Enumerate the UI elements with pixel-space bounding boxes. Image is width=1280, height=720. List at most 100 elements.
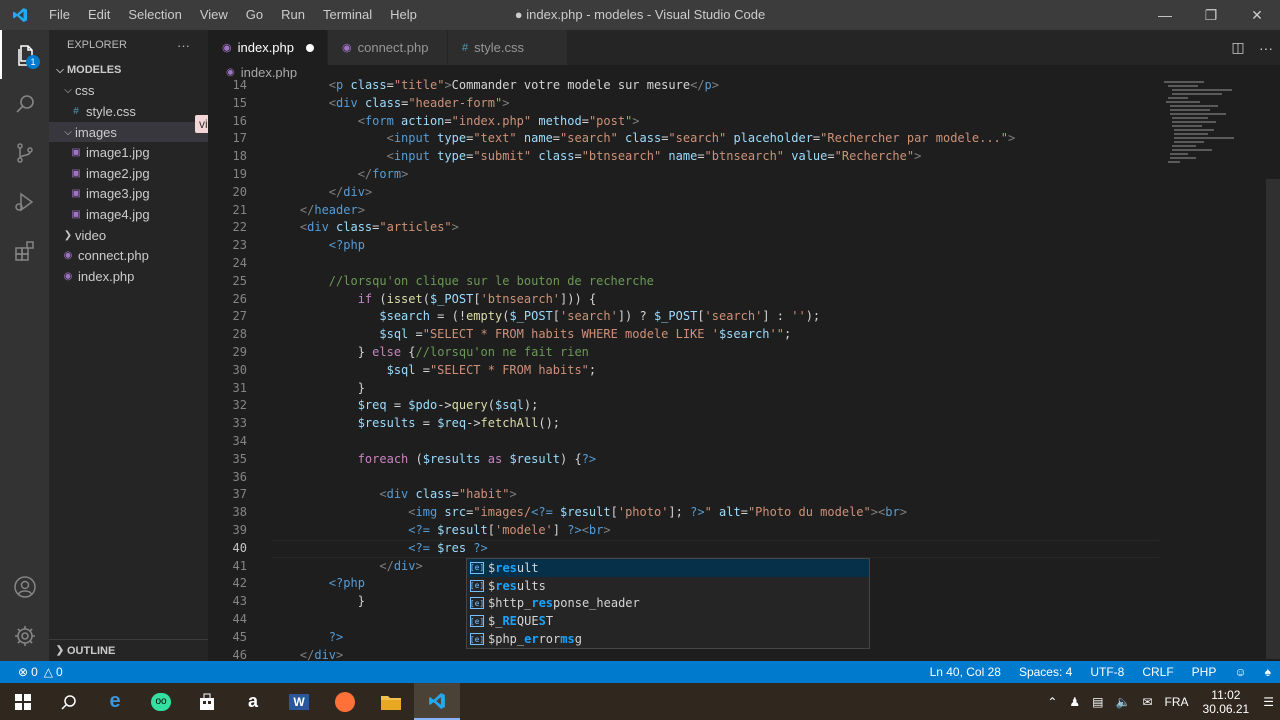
menu-go[interactable]: Go <box>237 0 272 30</box>
clock[interactable]: 11:02 30.06.21 <box>1195 688 1258 716</box>
code-line[interactable]: <p class="title">Commander votre modele … <box>271 79 719 95</box>
code-line[interactable]: <img src = "images/<?= $result['photo']; ?… <box>271 504 907 522</box>
tree-item-css[interactable]: ⌵ css <box>49 81 208 102</box>
tripadvisor-icon[interactable]: oo <box>138 683 184 720</box>
code-line[interactable]: $sql ="SELECT * FROM habits WHERE modele… <box>271 326 791 344</box>
more-actions-icon[interactable]: ··· <box>1252 40 1280 56</box>
more-actions-icon[interactable]: ··· <box>177 38 190 53</box>
language-mode[interactable]: PHP <box>1183 665 1226 679</box>
unsaved-dot-icon[interactable] <box>306 43 314 52</box>
code-line[interactable]: <input type="submit" class="btnsearch" n… <box>271 148 922 166</box>
code-line[interactable]: if (isset($_POST['btnsearch'])) { <box>271 291 596 309</box>
language-indicator[interactable]: FRA <box>1159 695 1195 709</box>
code-line[interactable]: <div class="articles"> <box>271 219 459 237</box>
tree-item-image4-jpg[interactable]: ▣ image4.jpg <box>49 204 208 225</box>
code-line[interactable]: </div> <box>271 558 422 576</box>
suggestion-item[interactable]: [e] $http_ res ponse_header <box>467 595 869 613</box>
menu-edit[interactable]: Edit <box>79 0 119 30</box>
code-line[interactable]: } <box>271 380 365 398</box>
search-icon[interactable] <box>46 683 92 720</box>
windows-start-icon[interactable] <box>0 683 46 720</box>
code-line[interactable]: $results = $req->fetchAll(); <box>271 415 560 433</box>
tree-item-video[interactable]: ❯ video <box>49 225 208 246</box>
split-editor-icon[interactable]: ◫ <box>1224 39 1252 56</box>
source-control-icon[interactable] <box>0 128 49 177</box>
code-line[interactable]: $req = $pdo->query($sql); <box>271 397 539 415</box>
close-icon[interactable]: ✕ <box>1234 0 1280 30</box>
explorer-icon[interactable]: 1 <box>0 30 49 79</box>
account-icon[interactable] <box>0 562 49 611</box>
firefox-icon[interactable] <box>322 683 368 720</box>
code-line[interactable]: <?php <box>271 237 365 255</box>
vscode-taskbar-icon[interactable] <box>414 683 460 720</box>
people-icon[interactable]: ♟ <box>1063 695 1086 709</box>
action-center-icon[interactable]: ☰ <box>1257 695 1280 709</box>
amazon-icon[interactable]: a <box>230 683 276 720</box>
network-icon[interactable]: ▤ <box>1086 695 1109 709</box>
code-line[interactable]: <?php <box>271 575 365 593</box>
menu-selection[interactable]: Selection <box>119 0 190 30</box>
tree-item-images[interactable]: ⌵ images <box>49 121 208 143</box>
feedback-icon[interactable]: ☺ <box>1225 665 1255 679</box>
suggestion-item[interactable]: [e] $_ RE QUE S T <box>467 612 869 630</box>
notifications-bell-icon[interactable]: ♠ <box>1256 665 1280 679</box>
chevron-up-icon[interactable]: ⌃ <box>1041 695 1063 709</box>
word-icon[interactable]: W <box>276 683 322 720</box>
menu-view[interactable]: View <box>191 0 237 30</box>
file-explorer-icon[interactable] <box>368 683 414 720</box>
maximize-icon[interactable]: ❐ <box>1188 0 1234 30</box>
tree-item-image3-jpg[interactable]: ▣ image3.jpg <box>49 184 208 205</box>
tree-item-image2-jpg[interactable]: ▣ image2.jpg <box>49 163 208 184</box>
breadcrumb-file[interactable]: index.php <box>241 65 297 80</box>
extensions-icon[interactable] <box>0 226 49 275</box>
workspace-folder[interactable]: ⌵ MODELES <box>49 60 208 81</box>
tree-item-style-css[interactable]: # style.css <box>49 101 208 122</box>
store-icon[interactable] <box>184 683 230 720</box>
code-line[interactable]: //lorsqu'on clique sur le bouton de rech… <box>271 273 654 291</box>
tree-item-index-php[interactable]: ◉ index.php <box>49 266 208 287</box>
volume-icon[interactable]: 🔈 <box>1110 695 1137 709</box>
problems-indicator[interactable]: ⊗ 0 △ 0 <box>18 665 63 679</box>
suggestion-item[interactable]: [e] $ res ults <box>467 577 869 595</box>
search-icon[interactable] <box>0 79 49 128</box>
tab-style-css[interactable]: # style.css <box>448 30 568 65</box>
indentation[interactable]: Spaces: 4 <box>1010 665 1081 679</box>
code-line[interactable]: $sql ="SELECT * FROM habits"; <box>271 362 597 380</box>
code-line[interactable]: <div class="header-form"> <box>271 95 510 113</box>
outline-section[interactable]: ❯ OUTLINE <box>49 639 208 661</box>
suggestion-item[interactable]: [e] $php_ er ror ms g <box>467 630 869 648</box>
code-line[interactable]: </form> <box>271 166 409 184</box>
run-debug-icon[interactable] <box>0 177 49 226</box>
code-line[interactable]: </div> <box>271 647 343 661</box>
suggestion-item[interactable]: [e] $ res ult <box>467 559 869 577</box>
tab-index-php[interactable]: ◉ index.php <box>208 30 328 65</box>
tree-item-connect-php[interactable]: ◉ connect.php <box>49 245 208 266</box>
minimize-icon[interactable]: — <box>1142 0 1188 30</box>
vertical-scrollbar[interactable] <box>1266 179 1280 659</box>
code-line[interactable]: } <box>271 593 365 611</box>
line-ending[interactable]: CRLF <box>1133 665 1182 679</box>
encoding[interactable]: UTF-8 <box>1081 665 1133 679</box>
code-line[interactable]: <?= $res ?> <box>271 540 488 558</box>
cursor-position[interactable]: Ln 40, Col 28 <box>921 665 1010 679</box>
code-line[interactable]: <?= $result['modele'] ?><br> <box>271 522 610 540</box>
code-line[interactable]: </div> <box>271 184 372 202</box>
code-line[interactable]: foreach ($results as $result) {?> <box>271 451 596 469</box>
settings-gear-icon[interactable] <box>0 611 49 660</box>
code-line[interactable]: ?> <box>271 629 343 647</box>
menu-terminal[interactable]: Terminal <box>314 0 381 30</box>
code-line[interactable]: </header> <box>271 202 365 220</box>
code-line[interactable]: $search = (!empty($_POST['search']) ? $_… <box>271 308 820 326</box>
minimap[interactable] <box>1164 79 1264 199</box>
edge-browser-icon[interactable]: e <box>92 683 138 720</box>
code-line[interactable]: <input type="text" name="search" class="… <box>271 130 1016 148</box>
tab-connect-php[interactable]: ◉ connect.php <box>328 30 448 65</box>
menu-run[interactable]: Run <box>272 0 314 30</box>
menu-file[interactable]: File <box>40 0 79 30</box>
tree-item-image1-jpg[interactable]: ▣ image1.jpg <box>49 142 208 163</box>
menu-help[interactable]: Help <box>381 0 426 30</box>
code-line[interactable]: <form action="index.php" method="post"> <box>271 113 640 131</box>
code-line[interactable]: } else {//lorsqu'on ne fait rien <box>271 344 589 362</box>
notification-message-icon[interactable]: ✉ <box>1136 695 1158 709</box>
code-line[interactable]: <div class="habit"> <box>271 486 516 504</box>
